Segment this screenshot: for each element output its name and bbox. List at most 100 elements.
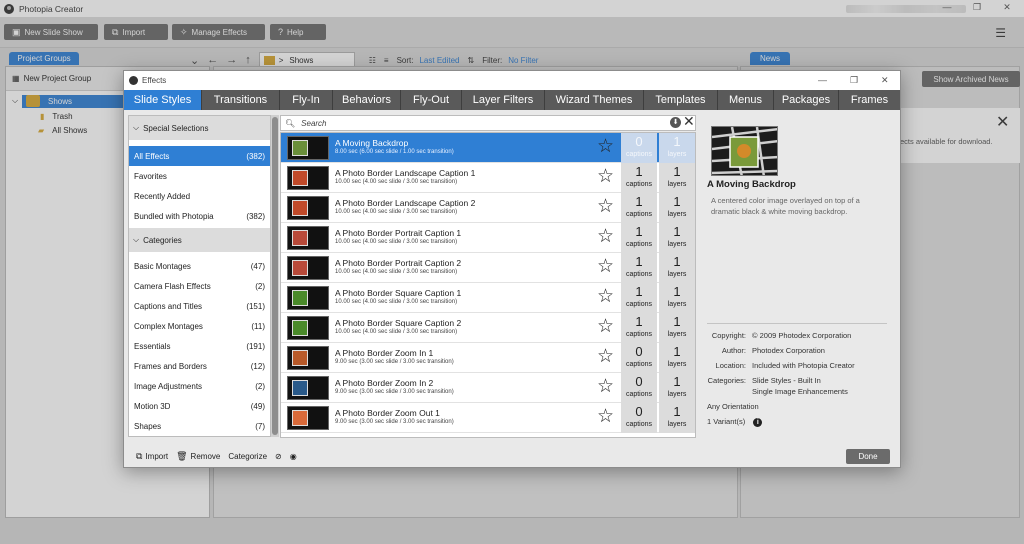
captions-number: 0 bbox=[635, 404, 643, 419]
category-favorites[interactable]: Favorites bbox=[129, 166, 270, 186]
favorite-star-icon[interactable]: ☆ bbox=[597, 347, 614, 367]
effect-row[interactable]: A Photo Border Zoom Out 1 9.00 sec (3.00 … bbox=[281, 403, 695, 433]
search-input[interactable]: 🔍︎ Search bbox=[280, 115, 696, 131]
effect-thumbnail bbox=[287, 256, 329, 280]
tab-fly-out[interactable]: Fly-Out bbox=[401, 90, 462, 110]
category-label: Motion 3D bbox=[134, 401, 171, 411]
captions-count: 0 captions bbox=[621, 343, 657, 373]
tab-fly-in[interactable]: Fly-In bbox=[280, 90, 333, 110]
effect-row[interactable]: A Photo Border Zoom In 2 9.00 sec (3.00 s… bbox=[281, 373, 695, 403]
category-label: Frames and Borders bbox=[134, 361, 207, 371]
info-icon[interactable]: i bbox=[753, 418, 763, 427]
layers-count: 1 layers bbox=[659, 133, 695, 163]
favorite-star-icon[interactable]: ☆ bbox=[597, 287, 614, 307]
favorite-star-icon[interactable]: ☆ bbox=[597, 227, 614, 247]
effect-thumbnail bbox=[287, 346, 329, 370]
favorite-star-icon[interactable]: ☆ bbox=[597, 137, 614, 157]
category-count: (382) bbox=[246, 211, 265, 221]
favorite-star-icon[interactable]: ☆ bbox=[597, 167, 614, 187]
copyright-value: © 2009 Photodex Corporation bbox=[752, 331, 852, 340]
layers-count: 1 layers bbox=[659, 163, 695, 193]
download-icon[interactable]: ⬇ bbox=[670, 117, 681, 128]
captions-count: 1 captions bbox=[621, 163, 657, 193]
footer-import-button[interactable]: ⧉ Import bbox=[136, 451, 168, 462]
category-label: All Effects bbox=[134, 151, 170, 161]
done-button[interactable]: Done bbox=[846, 449, 890, 464]
category-item[interactable]: Image Adjustments (2) bbox=[129, 376, 270, 396]
scrollbar-thumb[interactable] bbox=[272, 117, 278, 435]
category-all-effects[interactable]: All Effects (382) bbox=[129, 146, 270, 166]
category-bundled[interactable]: Bundled with Photopia (382) bbox=[129, 206, 270, 226]
effect-row[interactable]: A Photo Border Portrait Caption 2 10.00 s… bbox=[281, 253, 695, 283]
dialog-close-button[interactable]: ✕ bbox=[881, 75, 889, 86]
favorite-star-icon[interactable]: ☆ bbox=[597, 197, 614, 217]
effect-row[interactable]: A Photo Border Square Caption 1 10.00 sec… bbox=[281, 283, 695, 313]
captions-count: 1 captions bbox=[621, 283, 657, 313]
effect-row[interactable]: A Moving Backdrop 8.00 sec (6.00 sec slid… bbox=[281, 133, 695, 163]
butterfly-wing-image bbox=[712, 127, 777, 175]
tab-packages[interactable]: Packages bbox=[774, 90, 839, 110]
category-count: (47) bbox=[250, 261, 265, 271]
category-item[interactable]: Essentials (191) bbox=[129, 336, 270, 356]
favorite-star-icon[interactable]: ☆ bbox=[597, 257, 614, 277]
category-count: (2) bbox=[255, 381, 265, 391]
layers-label: layers bbox=[667, 151, 687, 158]
effect-duration: 10.00 sec (4.00 sec slide / 3.00 sec tra… bbox=[335, 269, 458, 275]
footer-remove-button[interactable]: 🗑︎ Remove bbox=[176, 451, 220, 462]
thumbnail-photo bbox=[292, 320, 308, 336]
tab-wizard-themes[interactable]: Wizard Themes bbox=[545, 90, 644, 110]
captions-label: captions bbox=[625, 211, 653, 218]
category-item[interactable]: Basic Montages (47) bbox=[129, 256, 270, 276]
special-selections-label: Special Selections bbox=[143, 123, 209, 133]
layers-number: 1 bbox=[673, 224, 681, 239]
categories-scrollbar[interactable] bbox=[271, 115, 279, 437]
variants-row: 1 Variant(s) i bbox=[707, 417, 763, 427]
effect-row[interactable]: A Photo Border Portrait Caption 1 10.00 s… bbox=[281, 223, 695, 253]
captions-label: captions bbox=[625, 391, 653, 398]
tab-slide-styles[interactable]: Slide Styles bbox=[124, 90, 202, 110]
tab-frames[interactable]: Frames bbox=[839, 90, 900, 110]
categories-header[interactable]: ⌵ Categories bbox=[129, 228, 270, 252]
effect-duration: 9.00 sec (3.00 sec slide / 3.00 sec tran… bbox=[335, 359, 454, 365]
category-count: (2) bbox=[255, 281, 265, 291]
category-item[interactable]: Motion 3D (49) bbox=[129, 396, 270, 416]
captions-number: 1 bbox=[635, 194, 643, 209]
thumbnail-photo bbox=[292, 200, 308, 216]
clear-search-icon[interactable]: ✕ bbox=[683, 113, 695, 130]
category-item[interactable]: Shapes (7) bbox=[129, 416, 270, 436]
tab-menus[interactable]: Menus bbox=[718, 90, 774, 110]
tab-templates[interactable]: Templates bbox=[644, 90, 718, 110]
dialog-maximize-button[interactable]: ❐ bbox=[850, 75, 858, 86]
dialog-title: Effects bbox=[142, 76, 167, 85]
captions-number: 1 bbox=[635, 314, 643, 329]
tab-layer-filters[interactable]: Layer Filters bbox=[462, 90, 545, 110]
footer-categorize-button[interactable]: Categorize bbox=[228, 452, 267, 461]
import-icon: ⧉ bbox=[136, 451, 143, 461]
hidden-toggle-icon[interactable]: ⊘ bbox=[275, 452, 282, 461]
category-item[interactable]: Camera Flash Effects (2) bbox=[129, 276, 270, 296]
effect-row[interactable]: A Photo Border Landscape Caption 1 10.00 … bbox=[281, 163, 695, 193]
thumbnail-photo bbox=[292, 170, 308, 186]
layers-label: layers bbox=[667, 211, 687, 218]
eye-icon[interactable]: ◉ bbox=[290, 452, 297, 461]
author-label: Author: bbox=[721, 346, 746, 355]
category-item[interactable]: Frames and Borders (12) bbox=[129, 356, 270, 376]
effect-row[interactable]: A Photo Border Landscape Caption 2 10.00 … bbox=[281, 193, 695, 223]
dialog-minimize-button[interactable]: — bbox=[818, 75, 827, 85]
effect-duration: 9.00 sec (3.00 sec slide / 3.00 sec tran… bbox=[335, 419, 454, 425]
category-recently-added[interactable]: Recently Added bbox=[129, 186, 270, 206]
favorite-star-icon[interactable]: ☆ bbox=[597, 317, 614, 337]
category-item[interactable]: Captions and Titles (151) bbox=[129, 296, 270, 316]
layers-number: 1 bbox=[673, 194, 681, 209]
tab-behaviors[interactable]: Behaviors bbox=[333, 90, 401, 110]
category-item[interactable]: Complex Montages (11) bbox=[129, 316, 270, 336]
favorite-star-icon[interactable]: ☆ bbox=[597, 407, 614, 427]
dialog-titlebar: Effects — ❐ ✕ bbox=[124, 71, 900, 90]
effect-row[interactable]: A Photo Border Square Caption 2 10.00 sec… bbox=[281, 313, 695, 343]
effect-row[interactable]: A Photo Border Zoom In 1 9.00 sec (3.00 s… bbox=[281, 343, 695, 373]
tab-transitions[interactable]: Transitions bbox=[202, 90, 280, 110]
captions-count: 0 captions bbox=[621, 133, 657, 163]
layers-count: 1 layers bbox=[659, 223, 695, 253]
special-selections-header[interactable]: ⌵ Special Selections bbox=[129, 116, 270, 140]
favorite-star-icon[interactable]: ☆ bbox=[597, 377, 614, 397]
